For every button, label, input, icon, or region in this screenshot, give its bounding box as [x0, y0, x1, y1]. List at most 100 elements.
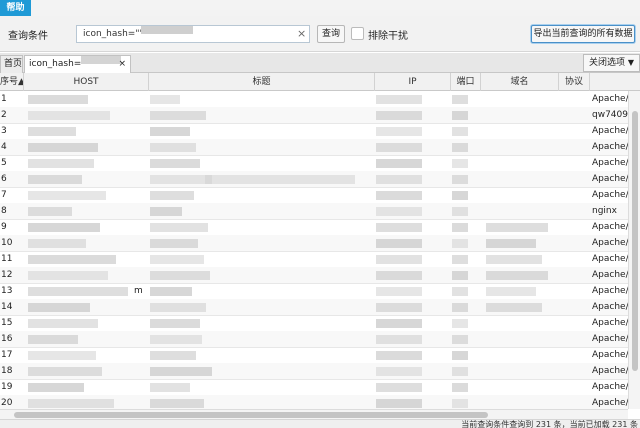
row-seq: 2 — [1, 110, 7, 120]
col-header-seq[interactable]: 序号▲ — [0, 73, 24, 91]
redacted-domain — [486, 271, 548, 280]
vertical-scrollbar[interactable] — [628, 91, 640, 409]
row-seq: 20 — [1, 398, 13, 408]
table-row[interactable]: 16 Apache/2.4 — [0, 331, 628, 348]
redacted-port — [452, 367, 468, 376]
tab-query-label: icon_hash= — [29, 59, 82, 69]
redacted-domain — [486, 255, 542, 264]
redacted-ip — [376, 143, 422, 152]
table-row[interactable]: 4 Apache/2.4 — [0, 139, 628, 156]
row-seq: 12 — [1, 270, 13, 280]
redacted-host — [28, 191, 106, 200]
redacted-port — [452, 399, 468, 408]
table-row[interactable]: 20 Apache/2.4 — [0, 395, 628, 409]
export-button[interactable]: 导出当前查询的所有数据 — [531, 25, 635, 43]
query-label: 查询条件 — [8, 31, 48, 42]
row-host-fragment: m — [134, 286, 143, 296]
row-protocol: Apache/2.4 — [592, 126, 628, 136]
close-options-dropdown[interactable]: 关闭选项 ▼ — [583, 54, 640, 72]
row-seq: 1 — [1, 94, 7, 104]
redacted-title — [150, 383, 190, 392]
table-row[interactable]: 19 Apache/2.4 — [0, 379, 628, 396]
table-row[interactable]: 11 Apache/2.4 — [0, 251, 628, 268]
redacted-title — [150, 335, 202, 344]
table-row[interactable]: 13 m Apache/2.4 — [0, 283, 628, 300]
row-protocol: Apache/2.4 — [592, 334, 628, 344]
tab-home[interactable]: 首页 — [0, 55, 23, 73]
redacted-host — [28, 95, 88, 104]
table-row[interactable]: 3 Apache/2.4 — [0, 123, 628, 140]
tab-close-icon[interactable]: × — [118, 56, 126, 72]
redacted-port — [452, 287, 468, 296]
table-row[interactable]: 7 Apache/2.4 — [0, 187, 628, 204]
table-row[interactable]: 12 Apache/2.4 — [0, 267, 628, 284]
horizontal-scrollbar[interactable] — [0, 409, 628, 419]
redacted-hash — [141, 26, 194, 34]
redacted-host — [28, 287, 128, 296]
redacted-ip — [376, 159, 422, 168]
redacted-ip — [376, 191, 422, 200]
col-header-ip[interactable]: IP — [375, 73, 451, 91]
redacted-title-long — [205, 175, 355, 184]
horizontal-scrollbar-thumb[interactable] — [14, 412, 488, 418]
table-row[interactable]: 10 Apache/2.4 — [0, 235, 628, 252]
table-row[interactable]: 18 Apache/2.4 — [0, 363, 628, 380]
redacted-port — [452, 111, 468, 120]
redacted-host — [28, 207, 72, 216]
table-row[interactable]: 8 nginx — [0, 203, 628, 220]
tab-query[interactable]: icon_hash= × — [24, 55, 131, 73]
redacted-title — [150, 95, 180, 104]
row-seq: 18 — [1, 366, 13, 376]
row-protocol: Apache/2.4 — [592, 398, 628, 408]
row-seq: 10 — [1, 238, 13, 248]
col-header-title[interactable]: 标题 — [149, 73, 375, 91]
redacted-port — [452, 95, 468, 104]
redacted-title — [150, 143, 196, 152]
redacted-domain — [486, 239, 536, 248]
table-row[interactable]: 15 Apache/2.4 — [0, 315, 628, 332]
query-input[interactable]: icon_hash=" " — [76, 25, 310, 43]
redacted-domain — [486, 303, 542, 312]
col-header-host[interactable]: HOST — [24, 73, 149, 91]
search-button[interactable]: 查询 — [317, 25, 345, 43]
vertical-scrollbar-thumb[interactable] — [632, 111, 638, 371]
redacted-host — [28, 399, 114, 408]
table-row[interactable]: 1 Apache/2.4 — [0, 91, 628, 108]
help-menu[interactable]: 帮助 — [0, 0, 31, 16]
status-text: 当前查询条件查询到 231 条，当前已加载 231 条 — [461, 420, 638, 428]
row-protocol: Apache/2.4 — [592, 238, 628, 248]
redacted-host — [28, 239, 86, 248]
redacted-title — [150, 255, 204, 264]
row-seq: 7 — [1, 190, 7, 200]
table-row[interactable]: 6 Apache/2.4 — [0, 171, 628, 188]
table-row[interactable]: 14 Apache/2.4 — [0, 299, 628, 316]
redacted-host — [28, 175, 82, 184]
redacted-tab-hash — [81, 56, 122, 64]
redacted-port — [452, 239, 468, 248]
redacted-host — [28, 143, 98, 152]
redacted-ip — [376, 207, 422, 216]
redacted-port — [452, 319, 468, 328]
table-header: 序号▲ HOST 标题 IP 端口 域名 协议 — [0, 73, 640, 91]
row-protocol: Apache/2.4 — [592, 302, 628, 312]
table-row[interactable]: 9 Apache/2.4 — [0, 219, 628, 236]
table-row[interactable]: 17 Apache/2.4 — [0, 347, 628, 364]
tab-bar: 首页 icon_hash= × 关闭选项 ▼ — [0, 53, 640, 73]
exclude-checkbox[interactable] — [351, 27, 364, 40]
col-header-domain[interactable]: 域名 — [481, 73, 559, 91]
col-header-protocol[interactable]: 协议 — [559, 73, 590, 91]
table-row[interactable]: 2 qw7409 — [0, 107, 628, 124]
redacted-title — [150, 399, 204, 408]
redacted-host — [28, 335, 78, 344]
clear-icon[interactable]: × — [297, 28, 306, 39]
redacted-ip — [376, 399, 422, 408]
redacted-title — [150, 223, 208, 232]
table-row[interactable]: 5 Apache/2.4 — [0, 155, 628, 172]
redacted-ip — [376, 319, 422, 328]
redacted-host — [28, 351, 96, 360]
row-seq: 6 — [1, 174, 7, 184]
query-bar: 查询条件 icon_hash=" " × 查询 排除干扰 导出当前查询的所有数据 — [0, 16, 640, 52]
col-header-port[interactable]: 端口 — [451, 73, 481, 91]
results-table[interactable]: 1 Apache/2.4 2 qw7409 3 Apache/2.4 4 Apache/2.4… — [0, 91, 628, 409]
redacted-port — [452, 127, 468, 136]
